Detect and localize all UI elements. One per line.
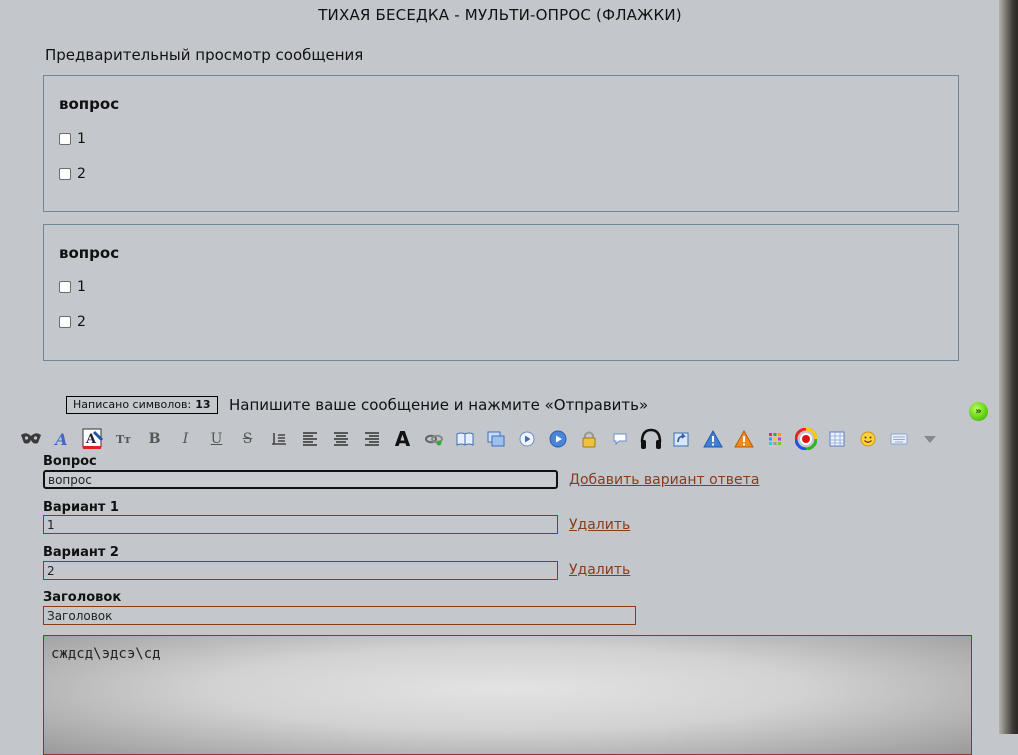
warning-orange-icon[interactable]	[728, 427, 759, 451]
images-icon[interactable]	[480, 427, 511, 451]
editor-toolbar: A A Tт B I U S A	[15, 426, 945, 452]
indent-icon[interactable]	[263, 427, 294, 451]
question-input[interactable]	[43, 470, 558, 489]
poll-preview: вопрос 1 2	[43, 224, 959, 361]
poll-option-label: 1	[77, 131, 86, 147]
window-edge	[999, 0, 1018, 734]
collapse-toggle-icon[interactable]: »	[969, 402, 988, 421]
link-icon[interactable]	[418, 427, 449, 451]
font-face-icon[interactable]: A	[46, 427, 77, 451]
character-counter: Написано символов: 13	[66, 396, 218, 414]
poll-question: вопрос	[59, 95, 120, 113]
poll-option[interactable]: 2	[59, 314, 86, 330]
variant-1-input[interactable]	[43, 515, 558, 534]
checkbox[interactable]	[59, 316, 71, 328]
poll-option[interactable]: 2	[59, 166, 86, 182]
warning-blue-icon[interactable]	[697, 427, 728, 451]
align-left-icon[interactable]	[294, 427, 325, 451]
page-title: ТИХАЯ БЕСЕДКА - МУЛЬТИ-ОПРОС (ФЛАЖКИ)	[318, 6, 682, 24]
keyboard-icon[interactable]	[883, 427, 914, 451]
variant-1-label: Вариант 1	[43, 500, 119, 515]
delete-variant-2-link[interactable]: Удалить	[569, 562, 630, 578]
checkbox[interactable]	[59, 281, 71, 293]
question-label: Вопрос	[43, 454, 97, 469]
add-variant-link[interactable]: Добавить вариант ответа	[569, 472, 759, 488]
align-right-icon[interactable]	[356, 427, 387, 451]
poll-option-label: 2	[77, 166, 86, 182]
counter-label: Написано символов:	[73, 398, 192, 411]
bold-icon[interactable]: B	[139, 427, 170, 451]
editor-text: сждсд\эдсэ\сд	[51, 646, 161, 662]
align-center-icon[interactable]	[325, 427, 356, 451]
underline-icon[interactable]: U	[201, 427, 232, 451]
counter-value: 13	[195, 398, 211, 411]
more-down-icon[interactable]	[914, 427, 945, 451]
poll-preview: вопрос 1 2	[43, 75, 959, 212]
color-wheel-icon[interactable]	[790, 427, 821, 451]
font-big-icon[interactable]: A	[387, 427, 418, 451]
video-icon[interactable]	[542, 427, 573, 451]
book-icon[interactable]	[449, 427, 480, 451]
variant-2-label: Вариант 2	[43, 545, 119, 560]
message-editor[interactable]: сждсд\эдсэ\сд	[43, 635, 972, 755]
poll-question: вопрос	[59, 244, 120, 262]
heading-label: Заголовок	[43, 590, 122, 605]
font-color-icon[interactable]: A	[77, 427, 108, 451]
poll-option-label: 2	[77, 314, 86, 330]
grid-icon[interactable]	[759, 427, 790, 451]
headphones-icon[interactable]	[635, 427, 666, 451]
variant-2-input[interactable]	[43, 561, 558, 580]
font-size-icon[interactable]: Tт	[108, 427, 139, 451]
delete-variant-1-link[interactable]: Удалить	[569, 517, 630, 533]
poll-option[interactable]: 1	[59, 279, 86, 295]
checkbox[interactable]	[59, 133, 71, 145]
preview-label: Предварительный просмотр сообщения	[45, 46, 364, 64]
refresh-icon[interactable]	[666, 427, 697, 451]
play-icon[interactable]	[511, 427, 542, 451]
table-icon[interactable]	[821, 427, 852, 451]
speech-bubble-icon[interactable]	[604, 427, 635, 451]
poll-option-label: 1	[77, 279, 86, 295]
italic-icon[interactable]: I	[170, 427, 201, 451]
heading-input[interactable]	[43, 606, 636, 625]
mask-icon[interactable]	[15, 427, 46, 451]
checkbox[interactable]	[59, 168, 71, 180]
strikethrough-icon[interactable]: S	[232, 427, 263, 451]
smiley-icon[interactable]	[852, 427, 883, 451]
compose-hint: Напишите ваше сообщение и нажмите «Отпра…	[229, 396, 649, 414]
poll-option[interactable]: 1	[59, 131, 86, 147]
lock-icon[interactable]	[573, 427, 604, 451]
